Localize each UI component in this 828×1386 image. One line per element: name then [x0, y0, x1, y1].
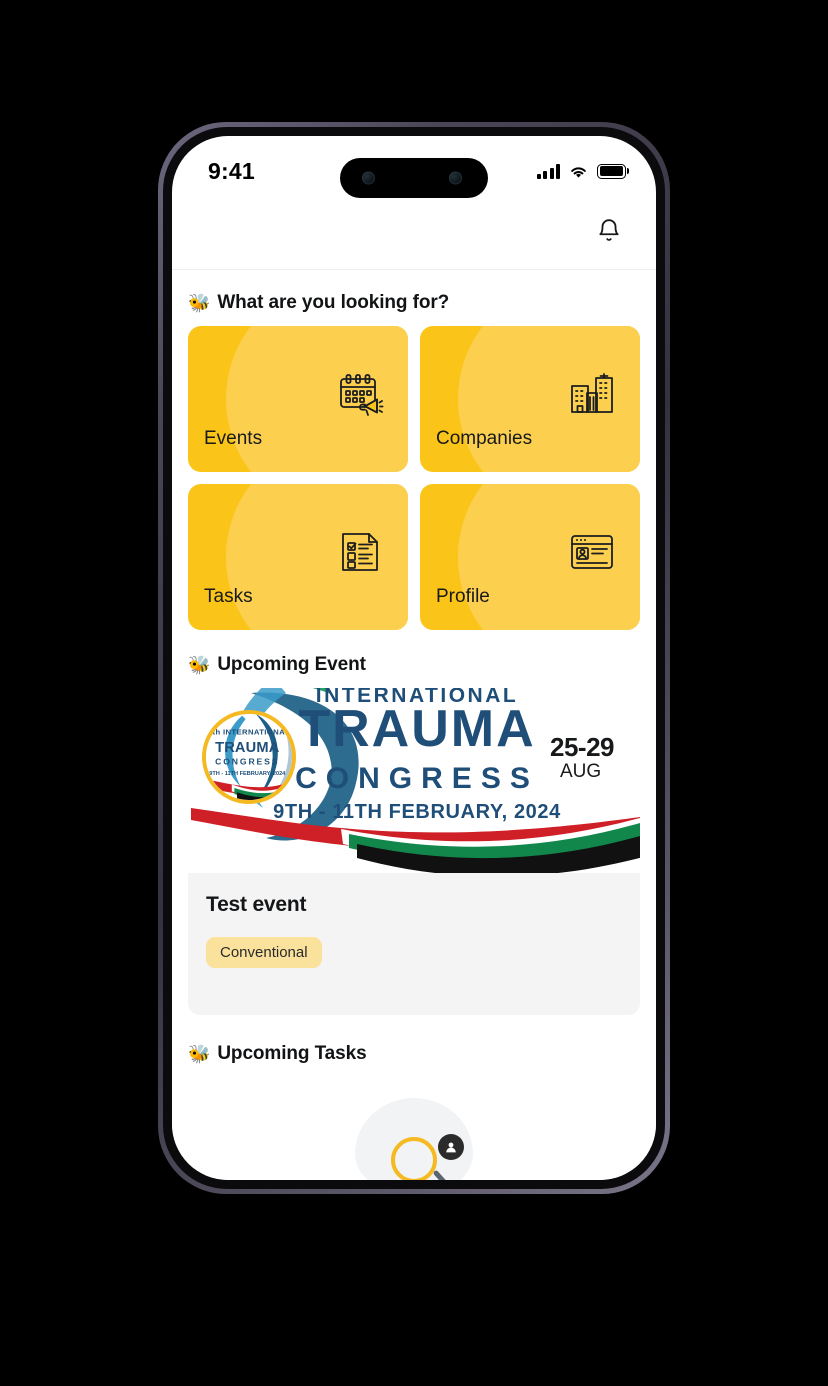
event-logo-avatar: 8th INTERNATIONAL TRAUMA CONGRESS 9TH - … [202, 710, 296, 804]
svg-text:TRAUMA: TRAUMA [298, 700, 535, 758]
svg-text:8th INTERNATIONAL: 8th INTERNATIONAL [208, 728, 290, 737]
section-title-text: What are you looking for? [217, 292, 450, 313]
event-card-body: Test event Conventional [188, 873, 640, 1015]
wifi-icon [568, 164, 589, 179]
event-title: Test event [206, 893, 307, 916]
status-bar-time: 9:41 [208, 157, 255, 184]
notifications-button[interactable] [592, 217, 626, 251]
phone-bezel: 9:41 🐝 What are you looking for? Events … [163, 127, 665, 1189]
svg-text:TRAUMA: TRAUMA [215, 740, 280, 756]
section-header-upcoming-event: 🐝 Upcoming Event [188, 654, 640, 676]
event-type-badge: Conventional [206, 937, 322, 968]
bee-icon: 🐝 [188, 655, 211, 675]
dynamic-island [340, 158, 488, 198]
bee-icon: 🐝 [188, 293, 211, 313]
app-header [172, 198, 656, 270]
face-id-sensor-icon [449, 171, 462, 185]
svg-text:CONGRESS: CONGRESS [215, 757, 279, 767]
shortcut-label: Events [204, 428, 263, 449]
shortcut-label: Companies [436, 428, 533, 449]
svg-text:CONGRESS: CONGRESS [295, 762, 539, 795]
shortcut-card-companies[interactable]: Companies [420, 326, 640, 472]
calendar-megaphone-icon [336, 370, 384, 418]
bell-icon [596, 218, 622, 249]
section-title-text: Upcoming Tasks [217, 1043, 367, 1064]
id-card-icon [568, 528, 616, 576]
bee-icon: 🐝 [188, 1044, 211, 1064]
shortcut-label: Profile [436, 586, 490, 607]
section-header-upcoming-tasks: 🐝 Upcoming Tasks [188, 1043, 640, 1065]
phone-frame: 9:41 🐝 What are you looking for? Events … [158, 122, 670, 1194]
upcoming-event-card[interactable]: INTERNATIONAL TRAUMA CONGRESS 9TH - 11TH… [188, 688, 640, 1015]
event-date-range: 25-29 [550, 732, 615, 762]
status-bar-indicators [536, 163, 626, 179]
checklist-document-icon [336, 528, 384, 576]
screenshot-root: 9:41 🐝 What are you looking for? Events … [0, 0, 828, 1386]
shortcut-card-events[interactable]: Events [188, 326, 408, 472]
page-content: 🐝 What are you looking for? Events Compa… [172, 270, 656, 1180]
trauma-congress-logo: 8th INTERNATIONAL TRAUMA CONGRESS 9TH - … [206, 714, 292, 800]
section-title-text: Upcoming Event [217, 654, 366, 675]
battery-full-icon [597, 163, 626, 179]
svg-text:9TH - 11TH FEBRUARY, 2024: 9TH - 11TH FEBRUARY, 2024 [273, 801, 561, 823]
shortcut-card-profile[interactable]: Profile [420, 484, 640, 630]
shortcut-card-tasks[interactable]: Tasks [188, 484, 408, 630]
shortcut-grid: Events Companies Tasks Profile [188, 326, 640, 630]
cellular-signal-icon [536, 163, 560, 179]
event-date-month: AUG [560, 761, 602, 783]
svg-text:9TH - 11TH FEBRUARY, 2024: 9TH - 11TH FEBRUARY, 2024 [209, 771, 286, 777]
section-header-looking-for: 🐝 What are you looking for? [188, 292, 640, 314]
buildings-icon [568, 370, 616, 418]
status-bar: 9:41 [172, 136, 656, 198]
front-camera-icon [362, 171, 375, 185]
event-banner-image: INTERNATIONAL TRAUMA CONGRESS 9TH - 11TH… [188, 688, 640, 873]
event-date-overlay: 25-29 AUG [550, 732, 615, 784]
phone-screen: 9:41 🐝 What are you looking for? Events … [172, 136, 656, 1180]
shortcut-label: Tasks [204, 586, 253, 607]
